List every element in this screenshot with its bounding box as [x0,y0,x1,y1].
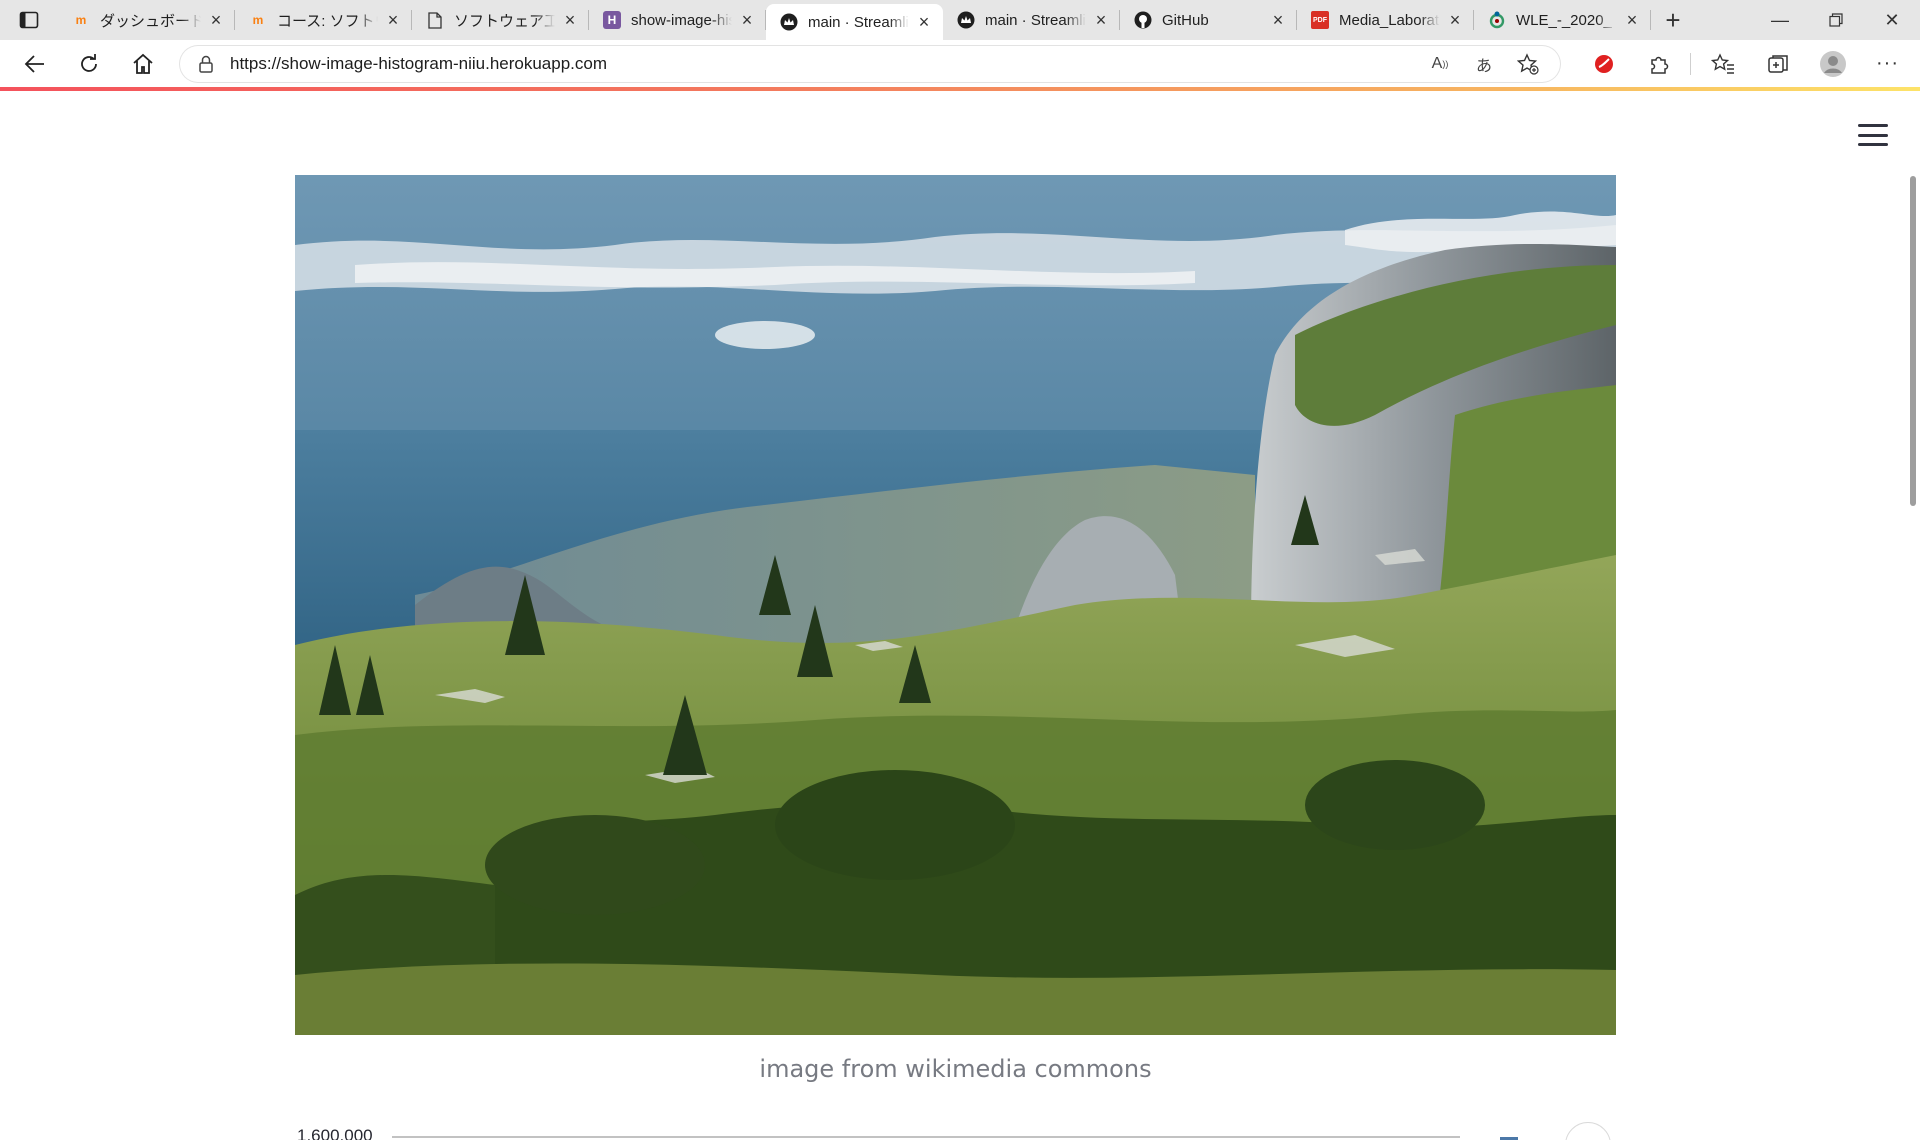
tab-streamlit-main[interactable]: main · Streamlit × [943,0,1120,40]
tab-title: コース: ソフトウェア工学 [277,12,378,30]
moodle-icon: m [75,13,87,27]
restore-icon [1829,13,1843,27]
tab-media-laboratory[interactable]: PDF Media_Laboratory × [1297,0,1474,40]
pdf-icon: PDF [1311,11,1329,29]
close-icon[interactable]: × [1269,10,1287,31]
reload-button[interactable] [62,44,116,84]
tab-course[interactable]: m コース: ソフトウェア工学 × [235,0,412,40]
home-button[interactable] [116,44,170,84]
tab-title: main · Streamlit [985,11,1086,29]
close-icon[interactable]: × [384,10,402,31]
tab-title: main · Streamlit [808,13,909,31]
favorites-button[interactable] [1695,44,1750,84]
close-window-button[interactable]: ✕ [1864,0,1920,40]
tab-title: WLE_-_2020_ [1516,11,1612,29]
reload-icon [81,53,97,72]
extension-red-icon [1594,54,1613,73]
tab-dashboard[interactable]: m ダッシュボード × [58,0,235,40]
heroku-icon: H [603,11,621,29]
read-aloud-icon[interactable]: A)) [1418,55,1462,73]
tab-title: ダッシュボード [100,12,201,30]
address-toolbar: https://show-image-histogram-niiu.heroku… [0,40,1920,87]
home-icon [133,53,153,74]
plus-icon: + [1665,4,1681,35]
more-menu-button[interactable]: ··· [1860,44,1915,84]
close-icon[interactable]: × [1446,10,1464,31]
tab-title: show-image-histogram [631,11,732,29]
tab-streamlit-main-active[interactable]: main · Streamlit × [766,4,943,40]
minimize-icon: — [1771,9,1789,30]
moodle-icon: m [252,13,264,27]
address-bar[interactable]: https://show-image-histogram-niiu.heroku… [180,45,1560,82]
more-icon: ··· [1876,52,1899,74]
toolbar-separator [1690,52,1691,75]
document-icon [426,11,444,29]
histogram-chart-partial: 1,600,000 [295,1120,1616,1140]
url-text[interactable]: https://show-image-histogram-niiu.heroku… [230,54,1418,74]
tab-title: Media_Laboratory [1339,11,1440,29]
tab-actions-icon [19,11,39,29]
page-scrollbar[interactable] [1910,176,1916,506]
extension-red-button[interactable] [1576,44,1631,84]
tab-github[interactable]: GitHub × [1120,0,1297,40]
add-favorite-icon[interactable] [1506,52,1550,75]
close-icon[interactable]: × [207,10,225,31]
puzzle-icon [1650,56,1668,74]
streamlit-crown-icon [780,13,798,31]
window-controls: — ✕ [1752,0,1920,40]
favorites-icon [1710,52,1734,74]
tab-actions-button[interactable] [0,0,58,40]
wikimedia-icon [1488,11,1506,29]
hamburger-icon-bar [1858,133,1888,137]
close-icon[interactable]: × [1092,10,1110,31]
arrow-left-icon [24,54,44,73]
hamburger-icon-bar [1858,143,1888,146]
extensions-button[interactable] [1631,44,1686,84]
restore-button[interactable] [1808,0,1864,40]
close-icon[interactable]: × [561,10,579,31]
profile-button[interactable] [1805,44,1860,84]
minimize-button[interactable]: — [1752,0,1808,40]
tab-title: ソフトウェア工学 [454,12,555,30]
tab-strip: m ダッシュボード × m コース: ソフトウェア工学 × ソフトウェア工学 ×… [0,0,1920,40]
close-icon[interactable]: × [1623,10,1641,31]
y-axis-tick-label: 1,600,000 [297,1126,373,1140]
landscape-photo [295,175,1616,1035]
chart-actions-button[interactable] [1565,1122,1611,1140]
github-icon [1134,11,1152,29]
collections-button[interactable] [1750,44,1805,84]
tab-title: GitHub [1162,11,1209,29]
translate-icon[interactable]: あ [1462,52,1506,76]
main-menu-button[interactable] [1858,124,1888,146]
close-icon[interactable]: × [738,10,756,31]
tab-software-engineering[interactable]: ソフトウェア工学 × [412,0,589,40]
close-icon: ✕ [1884,9,1900,30]
image-caption: image from wikimedia commons [759,1055,1152,1083]
page-load-accent-bar [0,87,1920,91]
tab-wle-2020[interactable]: WLE_-_2020_ × [1474,0,1651,40]
close-icon[interactable]: × [915,12,933,33]
new-tab-button[interactable]: + [1651,0,1695,40]
chart-top-border [392,1136,1460,1138]
lock-icon[interactable] [190,55,222,73]
hamburger-icon-bar [1858,124,1888,127]
collections-icon [1767,54,1788,73]
streamlit-crown-icon [957,11,975,29]
landscape-photo-illustration [295,175,1616,1035]
back-button[interactable] [8,44,62,84]
avatar-icon [1819,50,1846,77]
tab-show-image-histogram[interactable]: H show-image-histogram × [589,0,766,40]
